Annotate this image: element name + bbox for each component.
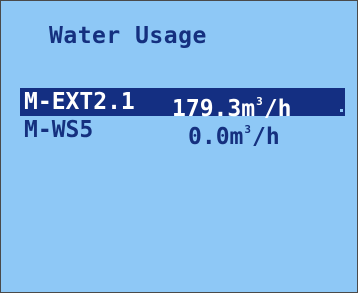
screen-title: Water Usage xyxy=(49,23,207,49)
unit-exponent: 3 xyxy=(244,123,252,136)
meter-name: M-EXT2.1 xyxy=(24,89,135,115)
unit-base: m xyxy=(229,124,244,150)
meter-value: 0.0 xyxy=(188,124,230,150)
meter-row[interactable]: M-WS5 0.0m3/h xyxy=(20,116,345,150)
meter-row-selected[interactable]: M-EXT2.1 179.3m3/h xyxy=(20,88,345,122)
unit-suffix: /h xyxy=(252,124,280,150)
lcd-screen: Water Usage M-EXT2.1 179.3m3/h M-WS5 0.0… xyxy=(0,0,358,293)
meter-reading: 0.0m3/h xyxy=(188,116,280,151)
meter-name: M-WS5 xyxy=(24,117,94,143)
scroll-marker-icon xyxy=(340,109,343,112)
unit-exponent: 3 xyxy=(256,95,263,108)
